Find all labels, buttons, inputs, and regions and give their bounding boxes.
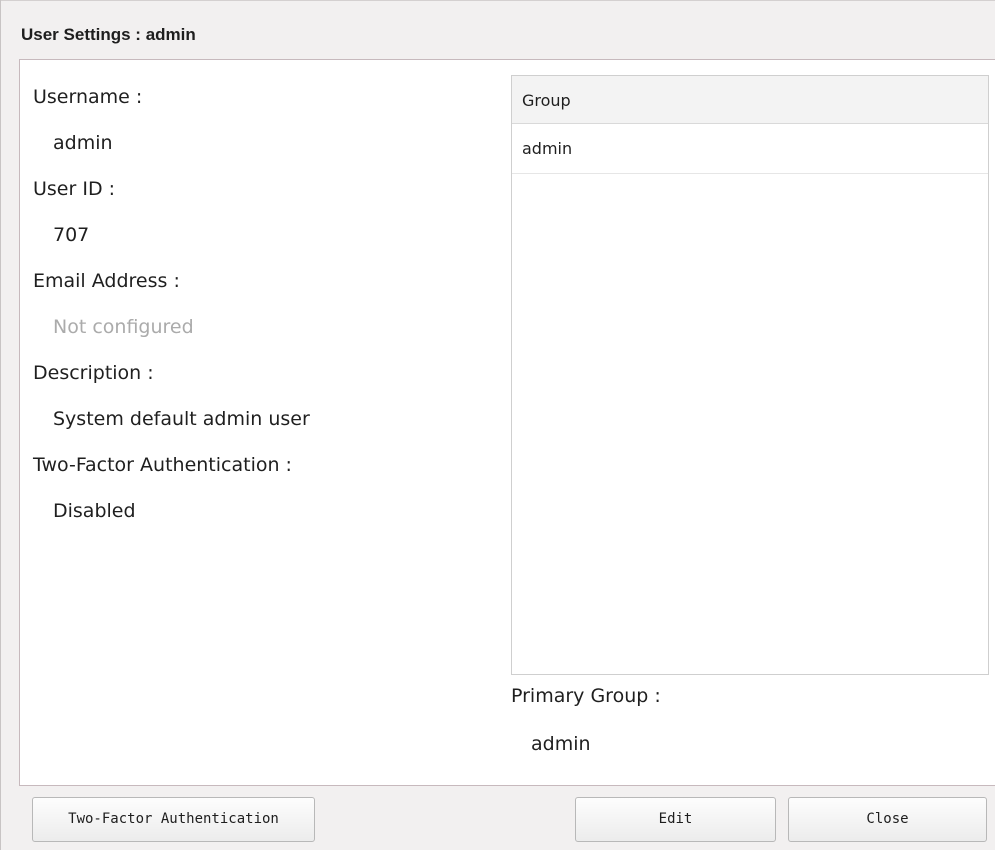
primary-group-value: admin <box>531 733 591 755</box>
description-label: Description : <box>33 362 154 384</box>
user-id-label: User ID : <box>33 178 116 200</box>
two-factor-label: Two-Factor Authentication : <box>33 454 292 476</box>
two-factor-value: Disabled <box>53 500 136 522</box>
primary-group-label: Primary Group : <box>511 685 661 707</box>
user-settings-dialog: User Settings : admin Username : admin U… <box>0 0 995 850</box>
dialog-title-bar[interactable]: User Settings : admin <box>1 0 995 58</box>
two-factor-authentication-button[interactable]: Two-Factor Authentication <box>32 797 315 842</box>
username-label: Username : <box>33 86 143 108</box>
edit-button[interactable]: Edit <box>575 797 776 842</box>
user-details-panel: Username : admin User ID : 707 Email Add… <box>19 59 995 786</box>
table-row[interactable]: admin <box>512 124 988 174</box>
group-table: Group admin <box>511 75 989 675</box>
group-column-header-label: Group <box>522 91 571 110</box>
description-value: System default admin user <box>53 408 310 430</box>
group-column-header[interactable]: Group <box>512 76 988 124</box>
dialog-title: User Settings : admin <box>21 25 196 44</box>
email-value: Not configured <box>53 316 194 338</box>
close-button[interactable]: Close <box>788 797 987 842</box>
user-id-value: 707 <box>53 224 90 246</box>
group-row-name: admin <box>522 139 573 158</box>
email-label: Email Address : <box>33 270 180 292</box>
username-value: admin <box>53 132 113 154</box>
